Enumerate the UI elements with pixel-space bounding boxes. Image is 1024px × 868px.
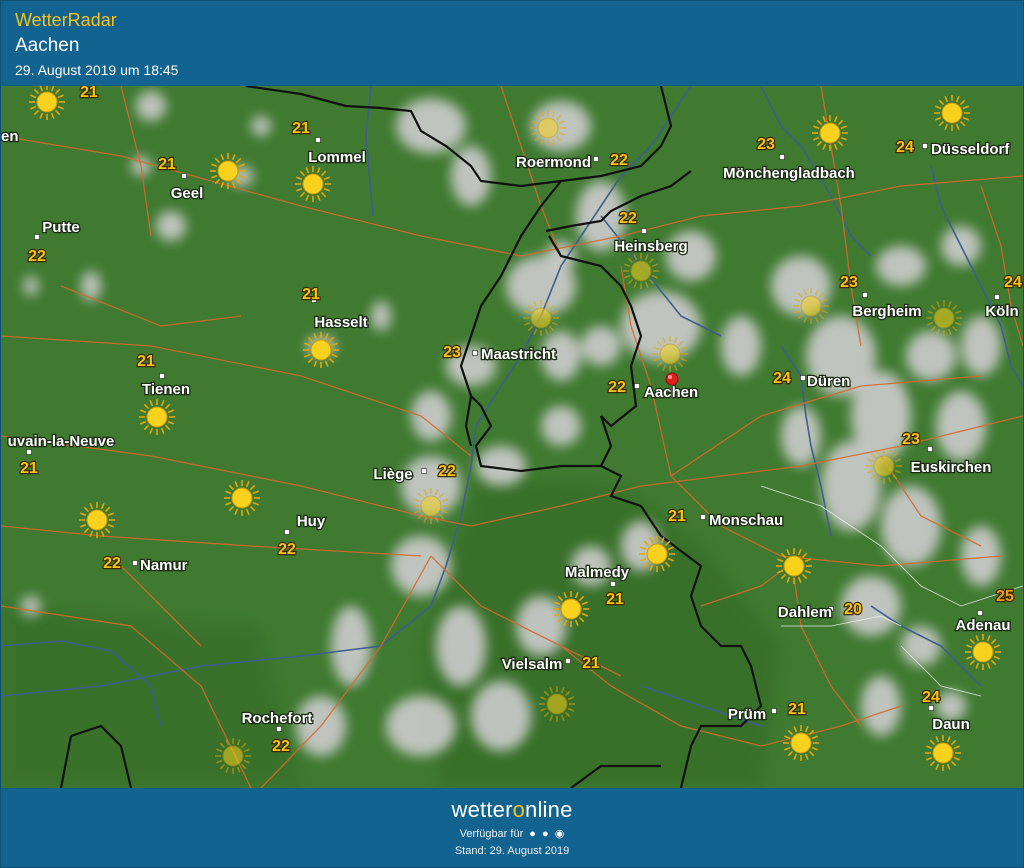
temperature-label: 24	[1004, 274, 1022, 291]
temperature-label: 24	[896, 139, 914, 156]
temperature-label: 21	[292, 120, 310, 137]
availability-text: Verfügbar für ● ● ◉	[459, 827, 565, 840]
city-name: Maastricht	[481, 346, 556, 363]
city-name: Putte	[42, 219, 80, 236]
city-marker[interactable]: Maastricht 23	[442, 343, 557, 365]
sun-icon	[539, 686, 575, 722]
apple-icon[interactable]: ●	[542, 828, 549, 840]
temperature-label: 21	[668, 508, 686, 525]
city-name: Rochefort	[242, 710, 313, 727]
city-name: Adenau	[955, 617, 1010, 634]
sun-icon	[776, 548, 812, 584]
weather-map[interactable]: Lommel 21 Geel 21 Putte 22 Roermond 22 Mönchengl…	[1, 86, 1023, 788]
temperature-label: 21	[80, 86, 98, 101]
map-canvas: Lommel 21 Geel 21 Putte 22 Roermond 22 Mönchengl…	[1, 86, 1023, 788]
city-name: Namur	[140, 557, 188, 574]
sun-icon	[934, 95, 970, 131]
app-frame: WetterRadar Aachen 29. August 2019 um 18…	[0, 0, 1024, 868]
temperature-label: 21	[606, 591, 624, 608]
sun-icon	[215, 738, 251, 774]
sun-icon	[413, 488, 449, 524]
sun-icon	[866, 448, 902, 484]
temperature-label: 22	[103, 555, 121, 572]
sun-icon	[623, 253, 659, 289]
sun-icon	[523, 300, 559, 336]
sun-icon	[812, 115, 848, 151]
sun-icon	[965, 634, 1001, 670]
sun-icon	[783, 725, 819, 761]
city-name: Düsseldorf	[931, 141, 1010, 158]
city-name: Hasselt	[314, 314, 367, 331]
status-text: Stand: 29. August 2019	[454, 845, 570, 857]
city-name: en	[1, 128, 19, 145]
sun-icon	[224, 480, 260, 516]
android-icon[interactable]: ●	[529, 828, 536, 840]
city-name: Bergheim	[852, 303, 921, 320]
city-name: Geel	[171, 185, 204, 202]
sun-icon	[926, 300, 962, 336]
temperature-label: 24	[773, 370, 791, 387]
temperature-label: 23	[443, 344, 461, 361]
brand-logo[interactable]: wetteronline	[1, 797, 1023, 823]
header: WetterRadar Aachen 29. August 2019 um 18…	[1, 1, 1023, 85]
sun-icon	[639, 536, 675, 572]
web-icon[interactable]: ◉	[555, 827, 565, 840]
sun-icon	[79, 502, 115, 538]
city-name: Malmedy	[565, 564, 630, 581]
city-marker[interactable]: Düsseldorf 24	[895, 138, 1012, 160]
city-name: Huy	[297, 513, 326, 530]
city-name: Vielsalm	[502, 656, 563, 673]
sun-icon	[139, 399, 175, 435]
city-name: Heinsberg	[614, 238, 687, 255]
city-marker[interactable]: Vielsalm 21	[500, 654, 601, 675]
sun-icon	[295, 166, 331, 202]
temperature-label: 22	[438, 463, 456, 480]
temperature-label: 22	[610, 152, 628, 169]
temperature-label: 21	[788, 701, 806, 718]
temperature-label: 22	[278, 541, 296, 558]
sun-icon	[530, 110, 566, 146]
app-title: WetterRadar	[15, 10, 117, 30]
city-name: Euskirchen	[911, 459, 992, 476]
temperature-label: 21	[137, 353, 155, 370]
city-name: uvain-la-Neuve	[8, 433, 115, 450]
sun-icon	[793, 288, 829, 324]
temperature-label: 22	[272, 738, 290, 755]
sun-icon	[553, 591, 589, 627]
city-marker[interactable]: Roermond 22	[515, 151, 630, 173]
city-name: Köln	[985, 303, 1018, 320]
location-title: Aachen	[15, 35, 80, 56]
city-name: Liège	[373, 466, 412, 483]
sun-icon	[303, 332, 339, 368]
temperature-label: 25	[996, 588, 1014, 605]
temperature-label: 22	[608, 379, 626, 396]
timestamp: 29. August 2019 um 18:45	[15, 62, 179, 78]
city-marker[interactable]: Namur 22	[102, 554, 189, 576]
temperature-label: 20	[844, 601, 862, 618]
city-name: Daun	[932, 716, 970, 733]
temperature-label: 21	[582, 655, 600, 672]
city-name: Roermond	[516, 154, 591, 171]
city-name: Tienen	[142, 381, 190, 398]
city-name: Monschau	[709, 512, 783, 529]
city-name: Mönchengladbach	[723, 165, 855, 182]
temperature-label: 22	[28, 248, 46, 265]
temperature-label: 21	[302, 286, 320, 303]
city-name: Prüm	[728, 706, 766, 723]
temperature-label: 23	[902, 431, 920, 448]
sun-icon	[652, 336, 688, 372]
sun-icon	[210, 153, 246, 189]
temperature-label: 21	[158, 156, 176, 173]
temperature-label: 23	[840, 274, 858, 291]
city-name: Düren	[807, 373, 850, 390]
city-name: Dahlem	[778, 604, 832, 621]
footer: wetteronline Verfügbar für ● ● ◉ Stand: …	[1, 789, 1023, 867]
temperature-label: 22	[619, 210, 637, 227]
temperature-label: 21	[20, 460, 38, 477]
city-name: Lommel	[308, 149, 366, 166]
sun-icon	[925, 735, 961, 771]
temperature-label: 23	[757, 136, 775, 153]
temperature-label: 24	[922, 689, 940, 706]
